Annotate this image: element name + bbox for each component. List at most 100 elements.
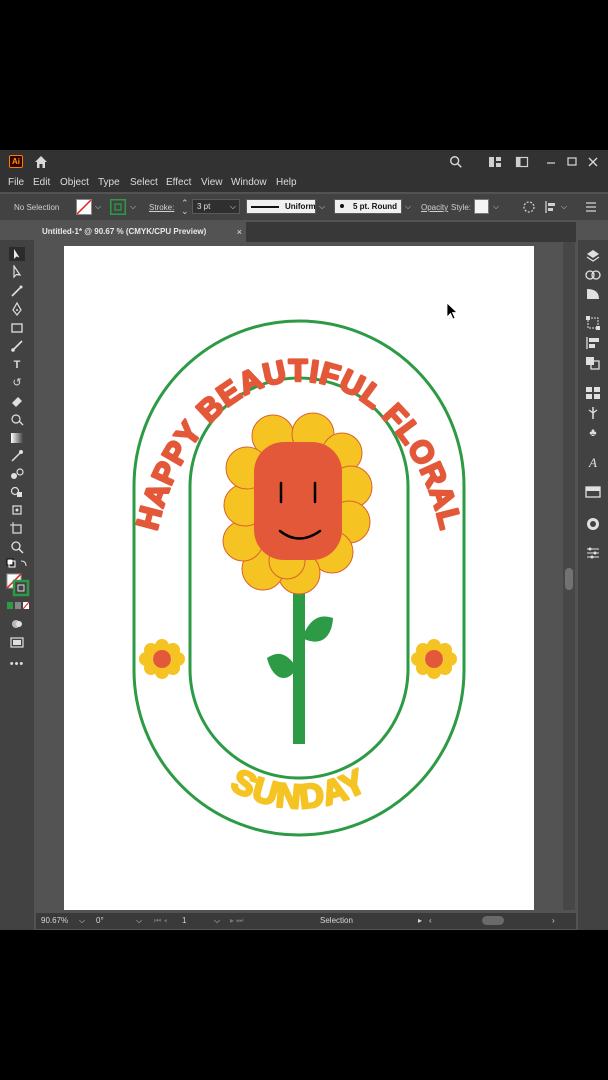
search-icon[interactable] xyxy=(448,155,464,169)
stroke-swatch-icon[interactable] xyxy=(110,199,126,215)
menu-effect[interactable]: Effect xyxy=(166,177,191,188)
brush-definition[interactable]: 5 pt. Round xyxy=(334,199,402,214)
brushes-icon[interactable] xyxy=(585,406,601,420)
menu-help[interactable]: Help xyxy=(276,177,297,188)
workspace-icon[interactable] xyxy=(515,155,529,169)
graphic-style-swatch[interactable] xyxy=(474,199,489,214)
artboard-dropdown-icon[interactable]: ⌵ xyxy=(214,916,220,926)
more-tools-icon[interactable]: ••• xyxy=(9,656,25,672)
status-menu-arrow-icon[interactable]: ▸ xyxy=(418,916,422,925)
blend-tool-icon[interactable] xyxy=(10,467,24,481)
stroke-panel-icon[interactable] xyxy=(585,485,601,499)
menu-edit[interactable]: Edit xyxy=(33,177,50,188)
warp-tool-icon[interactable] xyxy=(10,412,24,426)
artboard-number[interactable]: 1 xyxy=(182,916,186,925)
maximize-icon[interactable] xyxy=(566,155,578,169)
left-leaf[interactable] xyxy=(267,653,297,679)
profile-dropdown-icon[interactable]: ⌵ xyxy=(319,202,325,212)
draw-mode-icon[interactable] xyxy=(10,618,24,630)
arc-text-bottom[interactable]: SUNDAY xyxy=(224,761,373,818)
artboard-tool-icon[interactable] xyxy=(10,521,24,535)
menu-view[interactable]: View xyxy=(201,177,223,188)
home-icon[interactable] xyxy=(33,154,49,170)
control-bar: No Selection ⌵ ⌵ Stroke: ⌃ ⌄ 3 pt ⌵ Unifo… xyxy=(0,194,608,220)
menu-type[interactable]: Type xyxy=(98,177,120,188)
stroke-weight-field[interactable]: 3 pt ⌵ xyxy=(192,199,240,214)
type-tool-icon[interactable]: T xyxy=(9,357,25,373)
rotation-dropdown-icon[interactable]: ⌵ xyxy=(136,916,142,926)
scroll-right-icon[interactable]: › xyxy=(552,916,555,925)
brush-dropdown-icon[interactable]: ⌵ xyxy=(405,202,411,212)
recolor-artwork-icon[interactable] xyxy=(522,200,536,214)
fill-dropdown-icon[interactable]: ⌵ xyxy=(95,202,101,212)
title-bar: Ai xyxy=(0,150,608,174)
eyedropper-tool-icon[interactable] xyxy=(10,449,24,463)
appearance-icon[interactable] xyxy=(585,516,601,532)
artboard[interactable]: HAPPY BEAUTIFUL FLORAL SUNDAY xyxy=(64,246,534,910)
flower-face[interactable] xyxy=(254,442,342,560)
small-flower-right[interactable] xyxy=(411,639,457,679)
properties-icon[interactable] xyxy=(585,287,601,301)
align-options-icon[interactable] xyxy=(544,200,558,214)
libraries-icon[interactable] xyxy=(585,268,601,282)
stroke-stepper-icon[interactable]: ⌃ ⌄ xyxy=(181,199,189,216)
pathfinder-icon[interactable] xyxy=(585,356,601,370)
opacity-label[interactable]: Opacity xyxy=(421,203,448,212)
zoom-tool-icon[interactable] xyxy=(10,540,24,554)
shape-builder-icon[interactable] xyxy=(10,485,24,499)
small-flower-left[interactable] xyxy=(139,639,185,679)
last-artboard-icon[interactable]: ▸ ⏭ xyxy=(230,916,243,926)
minimize-icon[interactable] xyxy=(545,155,557,169)
character-icon[interactable]: A xyxy=(585,455,601,471)
transform-icon[interactable] xyxy=(585,316,601,330)
pen-tool-icon[interactable] xyxy=(10,302,24,316)
live-paint-icon[interactable] xyxy=(10,503,24,517)
align-dropdown-icon[interactable]: ⌵ xyxy=(561,202,567,212)
first-artboard-icon[interactable]: ⏮ ◂ xyxy=(154,916,167,926)
direct-selection-tool-icon[interactable] xyxy=(10,265,24,279)
arrange-documents-icon[interactable] xyxy=(488,155,502,169)
adjustments-icon[interactable] xyxy=(585,546,601,560)
chevron-down-icon: ⌵ xyxy=(229,202,236,211)
rectangle-tool-icon[interactable] xyxy=(10,321,24,335)
close-tab-icon[interactable]: × xyxy=(237,222,242,242)
brush-value: 5 pt. Round xyxy=(353,202,397,211)
scroll-left-icon[interactable]: ‹ xyxy=(429,916,432,925)
style-dropdown-icon[interactable]: ⌵ xyxy=(493,202,499,212)
stroke-dropdown-icon[interactable]: ⌵ xyxy=(130,202,136,212)
fill-stroke-indicator-icon[interactable] xyxy=(6,573,30,597)
illustrator-window: Ai File Edit Object Type Select Effect V… xyxy=(0,150,608,930)
menu-window[interactable]: Window xyxy=(231,177,267,188)
menu-object[interactable]: Object xyxy=(60,177,89,188)
gradient-tool-icon[interactable] xyxy=(10,431,24,445)
symbols-icon[interactable]: ♣ xyxy=(585,425,601,441)
selection-tool-icon[interactable] xyxy=(9,247,25,261)
zoom-dropdown-icon[interactable]: ⌵ xyxy=(79,916,85,926)
rotate-tool-icon[interactable]: ↺ xyxy=(9,375,25,391)
vertical-scrollbar[interactable] xyxy=(563,242,575,910)
color-mode-icons[interactable] xyxy=(6,601,30,611)
menu-more-icon[interactable] xyxy=(584,200,598,214)
brush-tool-icon[interactable] xyxy=(10,339,24,353)
document-tab[interactable]: Untitled-1* @ 90.67 % (CMYK/CPU Preview)… xyxy=(36,222,246,242)
default-colors-icon[interactable] xyxy=(6,558,30,570)
rotation-value[interactable]: 0° xyxy=(96,916,104,925)
eraser-tool-icon[interactable] xyxy=(10,394,24,408)
vertical-scroll-thumb[interactable] xyxy=(565,568,573,590)
menu-select[interactable]: Select xyxy=(130,177,158,188)
zoom-level[interactable]: 90.67% xyxy=(41,916,68,925)
screen-mode-icon[interactable] xyxy=(10,636,24,648)
swatches-icon[interactable] xyxy=(585,386,601,400)
menu-file[interactable]: File xyxy=(8,177,24,188)
app-logo: Ai xyxy=(9,155,23,168)
fill-swatch-icon[interactable] xyxy=(76,199,92,215)
horizontal-scroll-thumb[interactable] xyxy=(482,916,504,925)
variable-width-profile[interactable]: Uniform xyxy=(246,199,316,214)
magic-wand-icon[interactable] xyxy=(10,284,24,298)
layers-icon[interactable] xyxy=(585,248,601,264)
current-tool-status: Selection xyxy=(320,916,353,925)
close-window-icon[interactable] xyxy=(587,155,599,169)
right-leaf[interactable] xyxy=(302,616,333,642)
align-icon[interactable] xyxy=(585,336,601,350)
stroke-label[interactable]: Stroke: xyxy=(149,203,174,212)
